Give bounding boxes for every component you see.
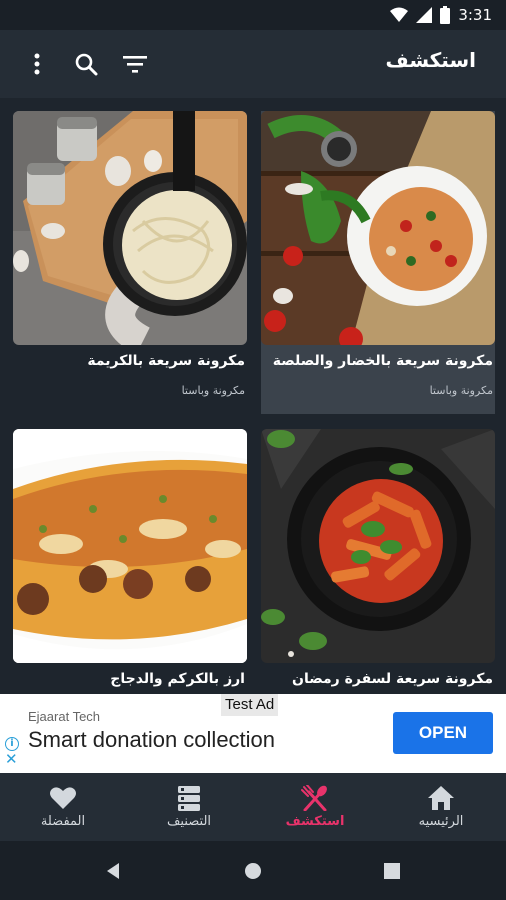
fork-knife-icon xyxy=(301,785,327,811)
creamy-pasta-photo xyxy=(13,111,247,345)
ad-info-icon[interactable]: i xyxy=(5,737,19,751)
status-time: 3:31 xyxy=(458,6,492,24)
nav-item-favorites[interactable]: المفضلة xyxy=(0,773,126,841)
battery-icon xyxy=(440,6,451,24)
wifi-icon xyxy=(390,7,409,22)
bottom-nav: المفضلة التصنيف استكشف الرئيسيه xyxy=(0,773,506,841)
recipe-title: مكرونة سريعة لسفرة رمضان xyxy=(292,671,493,687)
nav-label: استكشف xyxy=(285,814,345,829)
ad-close-icon[interactable]: ✕ xyxy=(5,750,18,768)
toolbar: استكشف xyxy=(0,30,506,98)
recipe-card[interactable]: مكرونة سريعة لسفرة رمضان xyxy=(261,429,495,694)
nav-item-explore[interactable]: استكشف xyxy=(252,773,378,841)
home-icon xyxy=(428,786,454,810)
recipe-grid: مكرونة سريعة بالكريمة مكرونة وباستا مكرو… xyxy=(0,98,506,694)
nav-label: التصنيف xyxy=(166,814,212,829)
ad-headline[interactable]: Smart donation collection xyxy=(28,727,275,753)
status-icons: 3:31 xyxy=(390,5,492,25)
ad-advertiser: Ejaarat Tech xyxy=(28,709,101,724)
home-circle-icon[interactable] xyxy=(244,862,262,880)
page-title: استكشف xyxy=(385,48,477,72)
ad-open-button[interactable]: OPEN xyxy=(393,712,493,754)
categories-icon xyxy=(178,786,200,811)
nav-label: المفضلة xyxy=(40,814,86,829)
recipe-title: مكرونة سريعة بالكريمة xyxy=(87,353,245,369)
nav-item-home[interactable]: الرئيسيه xyxy=(378,773,504,841)
penne-tomato-photo xyxy=(261,429,495,663)
recipe-category: مكرونة وباستا xyxy=(181,384,245,397)
nav-label: الرئيسيه xyxy=(418,814,464,829)
recents-icon[interactable] xyxy=(384,863,400,879)
search-icon[interactable] xyxy=(72,50,100,78)
turmeric-rice-chicken-photo xyxy=(13,429,247,663)
recipe-title: مكرونة سريعة بالخضار والصلصة xyxy=(272,353,493,369)
back-icon[interactable] xyxy=(105,862,121,880)
status-bar: 3:31 xyxy=(0,0,506,30)
more-vert-icon[interactable] xyxy=(23,50,51,78)
recipe-card[interactable]: مكرونة سريعة بالخضار والصلصة مكرونة وباس… xyxy=(261,111,495,414)
filter-icon[interactable] xyxy=(121,50,149,78)
recipe-category: مكرونة وباستا xyxy=(429,384,493,397)
heart-icon xyxy=(50,787,76,809)
test-ad-label: Test Ad xyxy=(221,694,279,716)
recipe-title: ارز بالكركم والدجاج xyxy=(110,671,245,687)
vegetable-pasta-photo xyxy=(261,111,495,345)
recipe-card[interactable]: ارز بالكركم والدجاج xyxy=(13,429,247,694)
signal-icon xyxy=(416,7,433,23)
system-nav-bar xyxy=(0,841,506,900)
recipe-card[interactable]: مكرونة سريعة بالكريمة مكرونة وباستا xyxy=(13,111,247,409)
nav-item-categories[interactable]: التصنيف xyxy=(126,773,252,841)
